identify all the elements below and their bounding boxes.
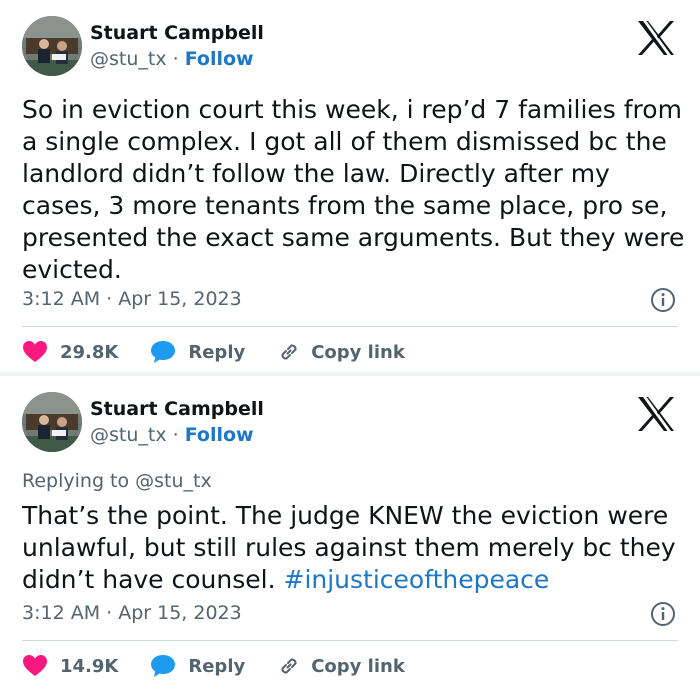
timestamp[interactable]: 3:12 AM · Apr 15, 2023 xyxy=(22,288,242,310)
reply-label: Reply xyxy=(188,655,246,677)
like-button[interactable]: 29.8K xyxy=(22,340,118,364)
author-handle[interactable]: @stu_tx xyxy=(90,424,167,446)
timestamp[interactable]: 3:12 AM · Apr 15, 2023 xyxy=(22,602,242,624)
author-handle-line: @stu_tx · Follow xyxy=(90,48,254,70)
x-logo-icon[interactable] xyxy=(636,396,676,432)
copy-link-label: Copy link xyxy=(311,655,405,677)
avatar-photo xyxy=(22,392,82,452)
copy-link-label: Copy link xyxy=(311,341,405,363)
reply-bubble-icon xyxy=(151,341,176,363)
copy-link-button[interactable]: Copy link xyxy=(277,340,405,364)
reply-label: Reply xyxy=(188,341,246,363)
link-chain-icon xyxy=(281,344,297,360)
reply-bubble-icon xyxy=(151,655,176,677)
like-count: 29.8K xyxy=(60,341,119,363)
tweet-text: So in eviction court this week, i rep’d … xyxy=(22,95,685,284)
heart-icon xyxy=(23,655,47,676)
handle-separator: · xyxy=(166,424,185,446)
like-count: 14.9K xyxy=(60,655,119,677)
divider xyxy=(22,326,678,327)
avatar[interactable] xyxy=(22,16,82,76)
divider xyxy=(22,640,678,641)
author-handle-line: @stu_tx · Follow xyxy=(90,424,254,446)
action-bar: 29.8K Reply Copy link xyxy=(22,337,437,367)
link-chain-icon xyxy=(281,658,297,674)
like-button[interactable]: 14.9K xyxy=(22,654,118,678)
follow-button[interactable]: Follow xyxy=(185,424,254,446)
reply-button[interactable]: Reply xyxy=(150,654,245,678)
author-name[interactable]: Stuart Campbell xyxy=(90,22,264,44)
avatar-photo xyxy=(22,16,82,76)
tweet-card: Stuart Campbell @stu_tx · Follow Replyin… xyxy=(0,376,700,694)
tweet-text: That’s the point. The judge KNEW the evi… xyxy=(22,500,687,596)
replying-to[interactable]: Replying to @stu_tx xyxy=(22,470,212,492)
author-name[interactable]: Stuart Campbell xyxy=(90,398,264,420)
follow-button[interactable]: Follow xyxy=(185,48,254,70)
action-bar: 14.9K Reply Copy link xyxy=(22,651,437,681)
info-icon[interactable] xyxy=(650,601,676,627)
copy-link-button[interactable]: Copy link xyxy=(277,654,405,678)
hashtag-link[interactable]: #injusticeofthepeace xyxy=(284,565,550,594)
info-icon[interactable] xyxy=(650,287,676,313)
reply-button[interactable]: Reply xyxy=(150,340,245,364)
avatar[interactable] xyxy=(22,392,82,452)
x-logo-icon[interactable] xyxy=(636,20,676,56)
tweet-card: Stuart Campbell @stu_tx · Follow So in e… xyxy=(0,0,700,372)
handle-separator: · xyxy=(166,48,185,70)
author-handle[interactable]: @stu_tx xyxy=(90,48,167,70)
heart-icon xyxy=(23,341,47,362)
